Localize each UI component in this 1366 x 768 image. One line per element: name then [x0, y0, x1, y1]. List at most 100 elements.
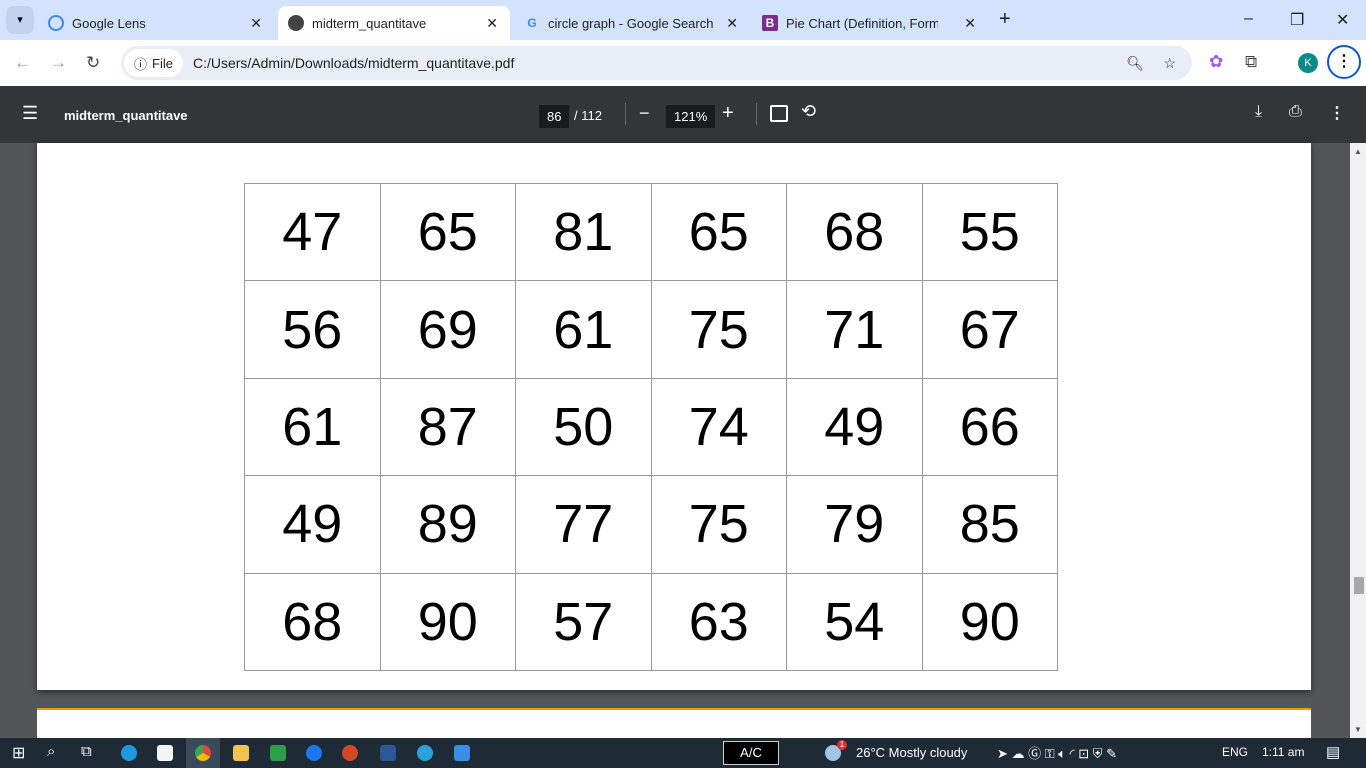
page-total: / 112 [574, 108, 602, 123]
table-cell: 61 [515, 280, 652, 379]
minimize-button[interactable]: – [1244, 10, 1253, 28]
table-cell: 68 [244, 572, 381, 671]
app-icon[interactable] [270, 745, 286, 761]
word-icon[interactable] [380, 745, 396, 761]
table-cell: 68 [786, 182, 923, 282]
reload-button[interactable]: ↻ [86, 53, 100, 73]
file-explorer-icon[interactable] [233, 745, 249, 761]
tab-circle-graph[interactable]: G circle graph - Google Search ✕ [514, 6, 750, 40]
extension-brain-icon[interactable]: ✿ [1209, 52, 1223, 72]
profile-avatar[interactable]: K [1298, 53, 1318, 73]
table-row: 49 89 77 75 79 85 [244, 475, 1058, 574]
url-text[interactable]: C:/Users/Admin/Downloads/midterm_quantit… [193, 55, 514, 71]
table-cell: 77 [515, 475, 652, 574]
rotate-icon[interactable]: ⟲ [801, 101, 816, 122]
divider [625, 103, 626, 125]
close-tab-icon[interactable]: ✕ [964, 15, 976, 32]
table-cell: 65 [379, 182, 516, 282]
divider [756, 103, 757, 125]
download-icon[interactable]: ⤓ [1255, 103, 1262, 121]
pdf-title: midterm_quantitave [64, 108, 188, 123]
notifications-icon[interactable]: ▤ [1326, 743, 1340, 761]
table-cell: 57 [515, 572, 652, 671]
task-view-icon[interactable]: ⧉ [81, 743, 92, 760]
page-number-input[interactable]: 86 [539, 105, 570, 128]
google-icon: G [527, 16, 537, 30]
table-row: 56 69 61 75 71 67 [244, 280, 1058, 379]
table-cell: 49 [786, 377, 923, 477]
edge-icon[interactable] [121, 745, 137, 761]
clock[interactable]: 1:11 am [1262, 745, 1304, 759]
table-cell: 63 [650, 572, 787, 671]
search-icon[interactable]: ⌕ [47, 743, 55, 760]
more-options-icon[interactable]: ⋮ [1329, 103, 1345, 123]
photos-icon[interactable] [454, 745, 470, 761]
table-cell: 90 [921, 572, 1058, 671]
table-cell: 50 [515, 377, 652, 477]
powerpoint-icon[interactable] [342, 745, 358, 761]
scroll-up-arrow[interactable]: ▲ [1354, 147, 1362, 156]
ac-indicator[interactable]: A/C [723, 741, 779, 765]
site-info-chip[interactable]: ⓘ File [124, 49, 183, 77]
table-cell: 56 [244, 280, 381, 379]
table-cell: 79 [786, 475, 923, 574]
close-tab-icon[interactable]: ✕ [726, 15, 738, 32]
tab-midterm[interactable]: midterm_quantitave ✕ [278, 6, 510, 40]
tray-icons[interactable]: ➤ ☁ Ⓖ ⚿ 🔈︎ ◜ ⊡ ⛨ ✎ [997, 743, 1117, 762]
weather-badge: 1 [837, 740, 847, 750]
table-cell: 49 [244, 475, 381, 574]
bookmark-star-icon[interactable]: ☆ [1163, 55, 1176, 72]
table-row: 68 90 57 63 54 90 [244, 572, 1058, 671]
table-cell: 66 [921, 377, 1058, 477]
table-row: 47 65 81 65 68 55 [244, 182, 1058, 282]
byjus-icon: B [762, 15, 778, 31]
chrome-menu-button[interactable]: ⋮ [1327, 45, 1361, 79]
address-bar-row: ← → ↻ ⓘ File C:/Users/Admin/Downloads/mid… [0, 40, 1366, 86]
tab-search-button[interactable]: ▾ [6, 6, 34, 34]
table-cell: 67 [921, 280, 1058, 379]
pdf-toolbar: ☰ midterm_quantitave 86 / 112 − 121% + ⟲… [0, 86, 1366, 143]
data-table: 47 65 81 65 68 55 56 69 61 75 71 67 61 87 50 74 49 66 49 89… [244, 182, 1058, 671]
table-cell: 65 [650, 182, 787, 282]
taskbar: ⊞ ⌕ ⧉ A/C 1 26°C Mostly cloudy ➤ ☁ Ⓖ ⚿ 🔈… [0, 738, 1366, 768]
table-cell: 81 [515, 182, 652, 282]
weather-text[interactable]: 26°C Mostly cloudy [856, 745, 967, 760]
scrollbar[interactable]: ▲ ▼ [1350, 143, 1366, 738]
back-button[interactable]: ← [14, 53, 31, 73]
scroll-down-arrow[interactable]: ▼ [1354, 725, 1362, 734]
zoom-icon[interactable]: 🔍︎ [1126, 55, 1144, 72]
facebook-icon[interactable] [306, 745, 322, 761]
restore-button[interactable]: ❐ [1290, 10, 1304, 30]
extensions-puzzle-icon[interactable]: ⧉ [1245, 52, 1257, 72]
language-indicator[interactable]: ENG [1222, 745, 1248, 759]
table-cell: 61 [244, 377, 381, 477]
table-cell: 47 [244, 182, 381, 282]
zoom-in-button[interactable]: + [722, 102, 734, 125]
omnibox[interactable]: ⓘ File C:/Users/Admin/Downloads/midterm_q… [121, 46, 1192, 80]
new-tab-button[interactable]: + [999, 8, 1011, 31]
table-cell: 75 [650, 280, 787, 379]
pdf-page: 47 65 81 65 68 55 56 69 61 75 71 67 61 87 50 74 49 66 49 89… [37, 143, 1311, 690]
store-icon[interactable] [157, 745, 173, 761]
close-window-button[interactable]: ✕ [1336, 10, 1349, 30]
forward-button[interactable]: → [50, 53, 67, 73]
table-cell: 75 [650, 475, 787, 574]
tab-google-lens[interactable]: Google Lens ✕ [38, 6, 274, 40]
table-cell: 71 [786, 280, 923, 379]
print-icon[interactable]: ⎙ [1289, 103, 1302, 121]
telegram-icon[interactable] [417, 745, 433, 761]
info-icon: ⓘ [134, 56, 148, 72]
tab-pie-chart[interactable]: B Pie Chart (Definition, Formula, E ✕ [752, 6, 988, 40]
chrome-icon[interactable] [195, 745, 211, 761]
windows-start-icon[interactable]: ⊞ [12, 743, 25, 763]
table-row: 61 87 50 74 49 66 [244, 377, 1058, 477]
fit-page-icon[interactable] [770, 105, 788, 122]
zoom-input[interactable]: 121% [666, 105, 716, 128]
close-tab-icon[interactable]: ✕ [486, 15, 498, 32]
menu-icon[interactable]: ☰ [22, 103, 38, 124]
table-cell: 89 [379, 475, 516, 574]
zoom-out-button[interactable]: − [639, 103, 650, 124]
scrollbar-thumb[interactable] [1354, 577, 1364, 594]
table-cell: 90 [379, 572, 516, 671]
close-tab-icon[interactable]: ✕ [250, 15, 262, 32]
